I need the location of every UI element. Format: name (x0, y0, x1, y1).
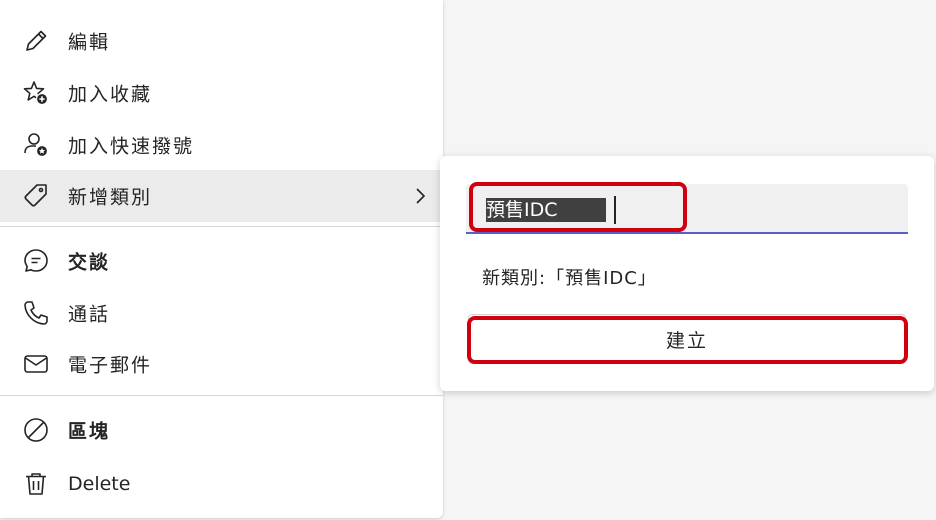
menu-item-label: 加入快速撥號 (68, 135, 195, 158)
menu-item-add-category[interactable]: 新增類別 (0, 170, 443, 222)
pencil-icon (22, 27, 50, 55)
context-menu: 編輯 加入收藏 加入快速撥號 新增類別 交談 通話 電子郵件 區塊 Delete (0, 0, 443, 518)
menu-item-label: 加入收藏 (68, 83, 153, 106)
trash-icon (22, 470, 50, 498)
block-icon (22, 416, 50, 444)
menu-item-label: 通話 (68, 303, 111, 326)
menu-item-label: 編輯 (68, 31, 111, 54)
menu-item-add-favorite[interactable]: 加入收藏 (0, 67, 443, 119)
menu-item-email[interactable]: 電子郵件 (0, 338, 443, 390)
menu-item-label: 電子郵件 (68, 354, 153, 377)
menu-item-call[interactable]: 通話 (0, 287, 443, 339)
menu-item-edit[interactable]: 編輯 (0, 15, 443, 67)
person-star-icon (22, 131, 50, 159)
new-category-preview: 新類別:「預售IDC」 (482, 268, 657, 289)
chevron-right-icon (416, 188, 426, 204)
tag-icon (22, 182, 50, 210)
menu-item-delete[interactable]: Delete (0, 458, 443, 510)
menu-item-label: 新增類別 (68, 186, 153, 209)
button-highlight-box (467, 316, 908, 364)
menu-divider (0, 395, 443, 396)
menu-item-label: Delete (68, 473, 131, 495)
input-highlight-box (469, 182, 687, 232)
chat-icon (22, 247, 50, 275)
menu-item-block[interactable]: 區塊 (0, 404, 443, 456)
menu-item-chat[interactable]: 交談 (0, 235, 443, 287)
menu-item-label: 交談 (68, 251, 111, 274)
mail-icon (22, 350, 50, 378)
phone-icon (22, 299, 50, 327)
menu-divider (0, 226, 443, 227)
menu-item-label: 區塊 (68, 420, 111, 443)
new-category-submenu: 預售IDC 新類別:「預售IDC」 建立 (440, 156, 934, 391)
menu-item-add-speed-dial[interactable]: 加入快速撥號 (0, 119, 443, 171)
star-add-icon (22, 79, 50, 107)
